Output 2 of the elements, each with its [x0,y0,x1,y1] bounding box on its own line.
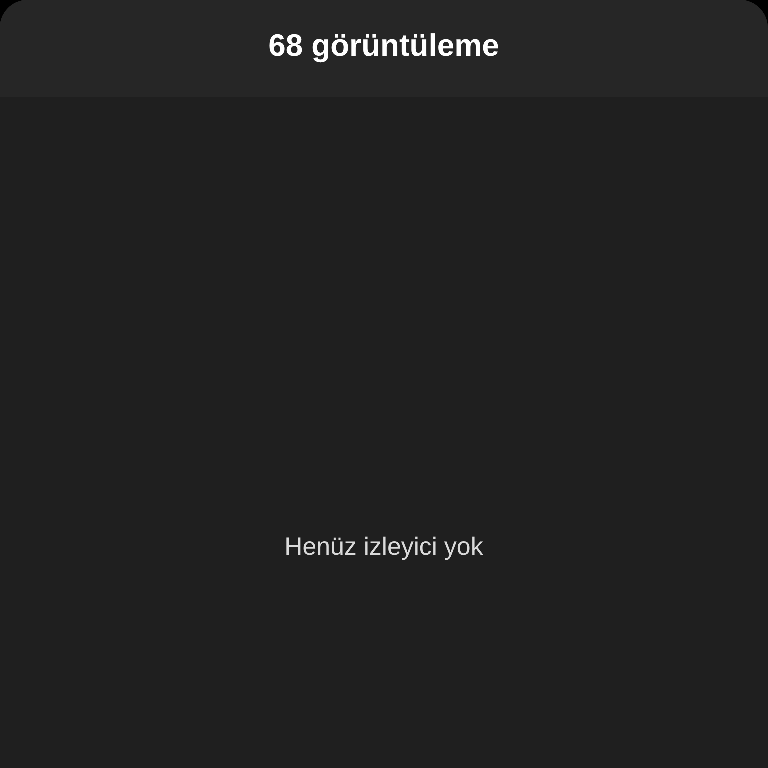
views-title: 68 görüntüleme [268,28,500,64]
empty-message: Henüz izleyici yok [284,533,484,563]
